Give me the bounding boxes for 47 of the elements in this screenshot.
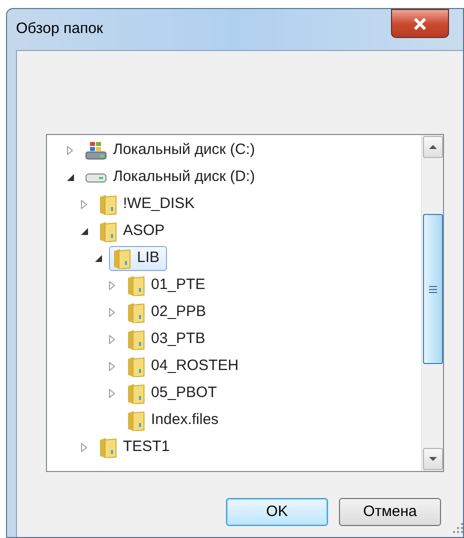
expand-arrow-icon[interactable] [109,281,115,290]
folder-icon [113,248,131,268]
scroll-down-button[interactable] [422,448,442,470]
dialog-button[interactable]: Отмена [339,498,441,526]
collapse-arrow-icon[interactable] [81,228,88,235]
tree-item[interactable]: !WE_DISK [95,192,202,217]
window-title: Обзор папок [16,19,103,40]
folder-icon [99,438,117,458]
tree-item[interactable]: LIB [109,246,167,271]
expand-arrow-icon[interactable] [67,146,73,155]
tree-item[interactable]: 01_PTE [123,273,212,298]
tree-item[interactable]: 04_ROSTEH [123,354,246,379]
folder-icon [127,356,145,376]
folder-icon [127,410,145,430]
tree-item[interactable]: Локальный диск (D:) [81,165,262,190]
tree-item[interactable]: 05_PBOT [123,381,224,406]
scrollbar-thumb[interactable] [422,214,442,364]
tree-item[interactable]: 03_PTB [123,327,212,352]
close-icon [413,18,427,30]
expand-arrow-icon[interactable] [109,389,115,398]
folder-icon [127,330,145,350]
expand-arrow-icon[interactable] [109,308,115,317]
folder-icon [99,194,117,214]
folder-icon [127,302,145,322]
expand-arrow-icon[interactable] [81,200,87,209]
drive-icon [85,142,107,160]
grip-icon [428,286,436,292]
up-arrow-icon [428,145,436,149]
tree-item[interactable]: 02_PPB [123,300,214,325]
folder-icon [99,222,117,242]
tree-item[interactable]: TEST1 [95,435,177,460]
expand-arrow-icon[interactable] [81,443,87,452]
folder-icon [127,384,145,404]
dialog-button[interactable]: OK [226,498,328,526]
size-grip-icon [453,523,463,533]
collapse-arrow-icon[interactable] [95,255,102,262]
collapse-arrow-icon[interactable] [67,174,74,181]
close-button[interactable] [391,9,449,38]
scroll-up-button[interactable] [422,136,442,158]
down-arrow-icon [428,457,436,461]
tree-item[interactable]: ASOP [95,219,172,244]
expand-arrow-icon[interactable] [109,362,115,371]
drive-icon [85,172,107,182]
tree-item[interactable]: Index.files [123,408,226,433]
tree-item[interactable]: Локальный диск (C:) [81,138,262,163]
folder-icon [127,276,145,296]
expand-arrow-icon[interactable] [109,335,115,344]
